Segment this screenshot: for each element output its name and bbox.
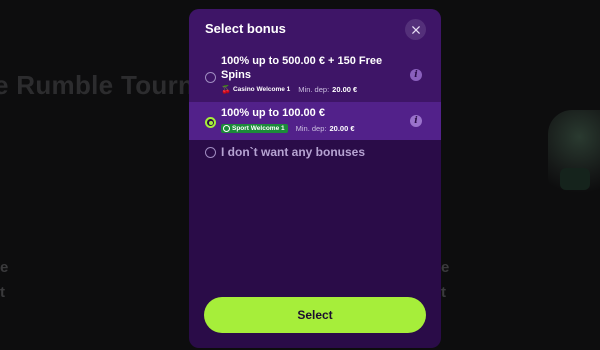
casino-welcome-tag: 🍒 Casino Welcome 1 (221, 85, 290, 94)
background-decoration (560, 168, 590, 190)
tag-label: Casino Welcome 1 (232, 86, 291, 93)
background-text: e (441, 259, 450, 276)
bonus-option-casino[interactable]: 100% up to 500.00 € + 150 Free Spins 🍒 C… (189, 47, 441, 102)
background-text: e (0, 259, 9, 276)
min-deposit-label: Min. dep: (295, 124, 327, 133)
bonus-option-meta: Sport Welcome 1 Min. dep: 20.00 € (221, 124, 355, 133)
radio-button-selected[interactable] (205, 117, 216, 128)
min-deposit-value: 20.00 € (329, 124, 355, 133)
bonus-option-title: I don`t want any bonuses (221, 145, 366, 159)
radio-button[interactable] (205, 147, 216, 158)
select-bonus-modal: Select bonus 100% up to 500.00 € + 150 F… (189, 9, 441, 348)
bonus-option-title: 100% up to 500.00 € + 150 Free Spins (221, 55, 383, 81)
sport-welcome-tag: Sport Welcome 1 (221, 124, 288, 133)
soccer-ball-icon (223, 125, 230, 132)
bonus-option-meta: 🍒 Casino Welcome 1 Min. dep: 20.00 € (221, 85, 357, 94)
modal-title: Select bonus (205, 21, 286, 36)
min-deposit-value: 20.00 € (332, 85, 358, 94)
info-icon[interactable]: i (410, 69, 422, 81)
bonus-option-sport[interactable]: 100% up to 100.00 € Sport Welcome 1 Min.… (189, 102, 441, 140)
background-text: t (0, 284, 5, 301)
min-deposit-label: Min. dep: (298, 85, 330, 94)
close-button[interactable] (405, 19, 426, 40)
cherry-icon: 🍒 (221, 85, 231, 94)
select-button[interactable]: Select (204, 297, 426, 333)
info-icon[interactable]: i (410, 115, 422, 127)
bonus-options-list: 100% up to 500.00 € + 150 Free Spins 🍒 C… (189, 47, 441, 164)
bonus-option-none[interactable]: I don`t want any bonuses (189, 140, 441, 164)
radio-button[interactable] (205, 72, 216, 83)
close-icon (411, 25, 420, 34)
tag-label: Sport Welcome 1 (232, 125, 285, 132)
bonus-option-title: 100% up to 100.00 € (221, 107, 325, 119)
background-tournament-title: e Rumble Tourn (0, 70, 195, 100)
modal-header: Select bonus (189, 9, 441, 47)
background-text: t (441, 284, 446, 301)
